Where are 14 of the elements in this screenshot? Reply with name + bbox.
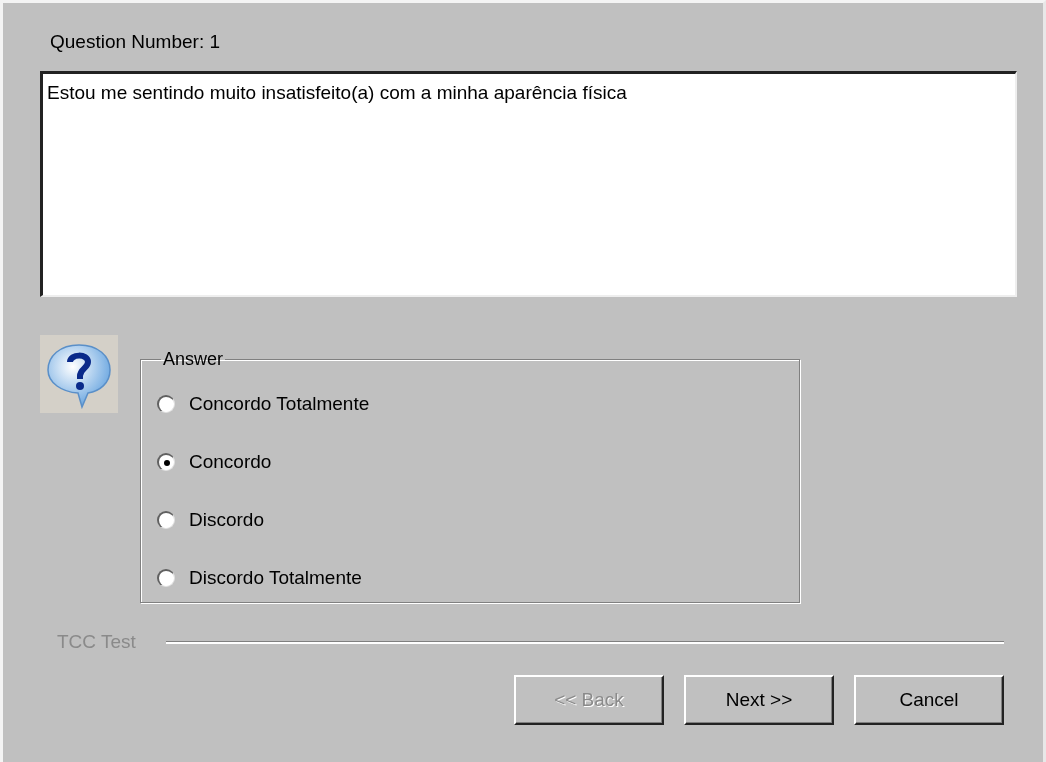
radio-label[interactable]: Concordo: [189, 451, 272, 473]
radio-button[interactable]: [157, 569, 175, 587]
radio-label[interactable]: Discordo: [189, 509, 264, 531]
radio-button[interactable]: [157, 395, 175, 413]
question-number-label: Question Number: 1: [50, 31, 222, 54]
question-bubble-icon: [40, 335, 118, 413]
answer-legend: Answer: [161, 349, 226, 370]
question-text-box: Estou me sentindo muito insatisfeito(a) com a minha aparência física: [40, 71, 1017, 297]
radio-label[interactable]: Concordo Totalmente: [189, 393, 370, 415]
radio-label[interactable]: Discordo Totalmente: [189, 567, 362, 589]
radio-button[interactable]: [157, 511, 175, 529]
wizard-button[interactable]: Cancel: [854, 675, 1004, 725]
radio-button[interactable]: [157, 453, 175, 471]
wizard-button[interactable]: Next >>: [684, 675, 834, 725]
